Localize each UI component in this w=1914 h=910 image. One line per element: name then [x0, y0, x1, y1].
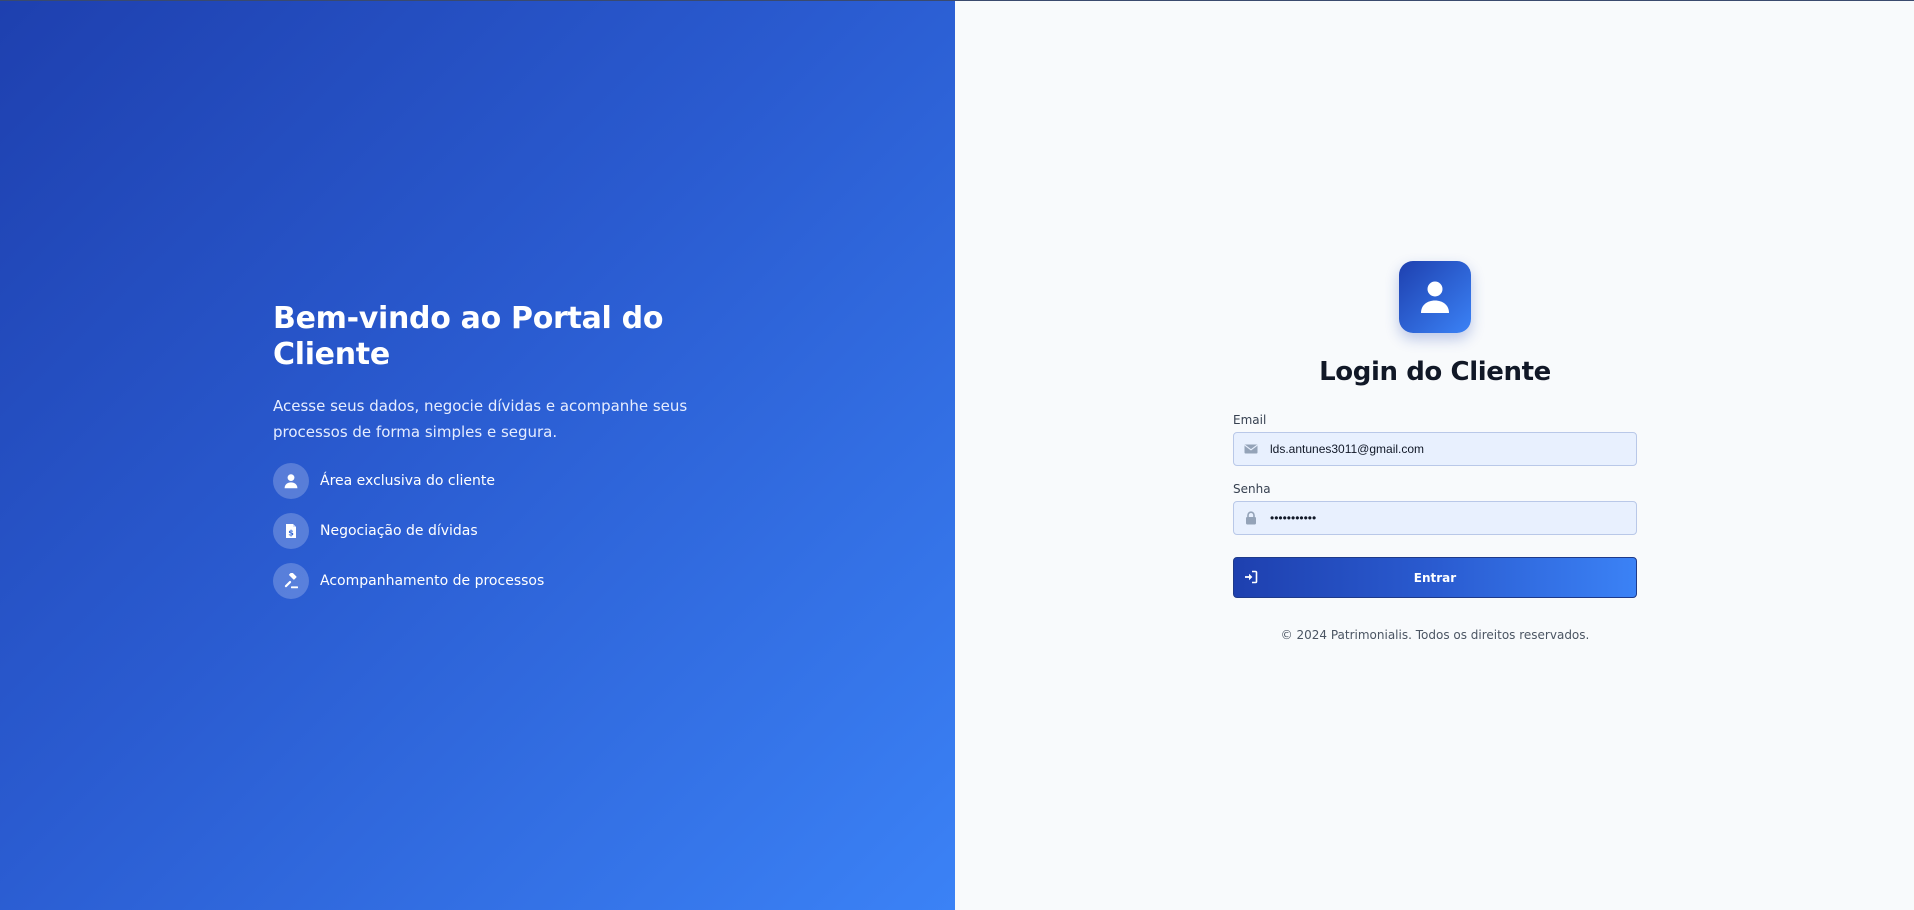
feature-item-debt-negotiation: $ Negociação de dívidas: [273, 513, 693, 549]
email-input-wrapper[interactable]: [1233, 432, 1637, 466]
envelope-icon: [1244, 442, 1258, 456]
login-card: Login do Cliente Email Senha: [1233, 261, 1637, 642]
login-submit-label: Entrar: [1413, 570, 1457, 585]
user-icon: [1421, 281, 1449, 313]
lock-icon: [1244, 511, 1258, 525]
password-field-group: Senha: [1233, 482, 1637, 535]
login-submit-button[interactable]: Entrar: [1233, 557, 1637, 598]
email-label: Email: [1233, 413, 1267, 427]
feature-item-exclusive-area: Área exclusiva do cliente: [273, 463, 693, 499]
hero-title: Bem-vindo ao Portal do Cliente: [273, 301, 664, 372]
hero-panel: Bem-vindo ao Portal do Cliente Acesse se…: [0, 1, 955, 910]
sign-in-icon: [1244, 570, 1258, 584]
email-field-group: Email: [1233, 413, 1637, 466]
feature-label: Área exclusiva do cliente: [320, 473, 495, 489]
hero-content: Bem-vindo ao Portal do Cliente Acesse se…: [273, 301, 693, 613]
login-form: Email Senha: [1233, 413, 1637, 598]
password-input[interactable]: [1270, 502, 1630, 534]
email-input[interactable]: [1270, 433, 1630, 465]
feature-list: Área exclusiva do cliente $ Negociação d…: [273, 463, 693, 599]
hero-subtitle: Acesse seus dados, negocie dívidas e aco…: [273, 397, 688, 441]
login-panel: Login do Cliente Email Senha: [955, 1, 1914, 910]
password-label: Senha: [1233, 482, 1271, 496]
copyright-footer: © 2024 Patrimonialis. Todos os direitos …: [1280, 628, 1590, 642]
logo: [1399, 261, 1471, 333]
feature-label: Negociação de dívidas: [320, 523, 478, 539]
feature-label: Acompanhamento de processos: [320, 573, 545, 589]
user-icon: [273, 463, 309, 499]
gavel-icon: [273, 563, 309, 599]
svg-text:$: $: [288, 529, 294, 538]
invoice-dollar-icon: $: [273, 513, 309, 549]
password-input-wrapper[interactable]: [1233, 501, 1637, 535]
feature-item-process-tracking: Acompanhamento de processos: [273, 563, 693, 599]
login-title: Login do Cliente: [1319, 357, 1551, 387]
